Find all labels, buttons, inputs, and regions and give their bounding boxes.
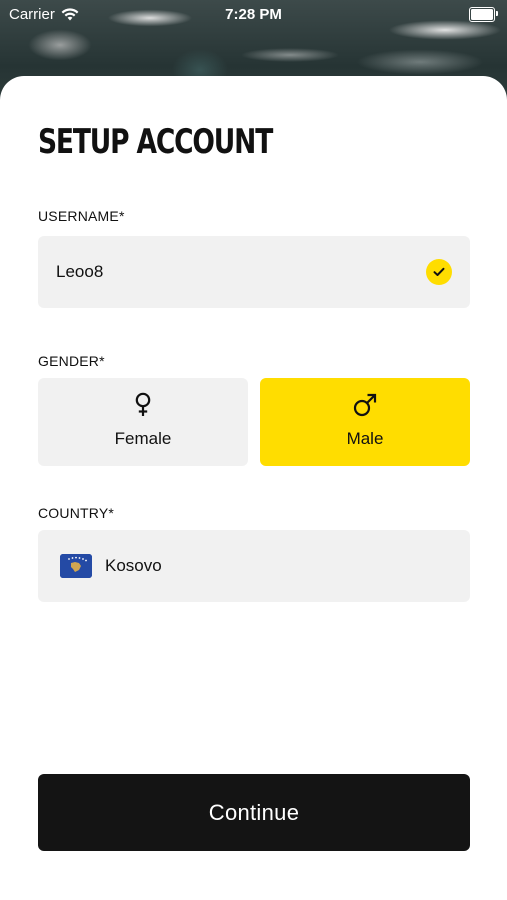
gender-option-label: Female [114,429,172,448]
battery-icon [469,7,498,22]
status-bar: Carrier 7:28 PM [0,0,507,28]
gender-label: GENDER* [38,353,105,369]
username-field[interactable]: Leoo8 [38,236,470,308]
status-time: 7:28 PM [225,6,282,23]
continue-button[interactable]: Continue [38,774,470,851]
male-symbol-icon [260,392,470,418]
username-value[interactable]: Leoo8 [56,236,103,308]
female-symbol-icon [38,392,248,418]
gender-option-label: Male [346,429,384,448]
check-circle-icon [426,259,452,285]
username-label: USERNAME* [38,208,125,224]
kosovo-flag-icon [60,554,92,578]
gender-option-female[interactable]: Female [38,378,248,466]
country-value: Kosovo [105,556,162,575]
gender-option-male[interactable]: Male [260,378,470,466]
country-label: COUNTRY* [38,505,115,521]
page-title: SETUP ACCOUNT [38,122,273,162]
country-selector[interactable]: Kosovo [38,530,470,602]
